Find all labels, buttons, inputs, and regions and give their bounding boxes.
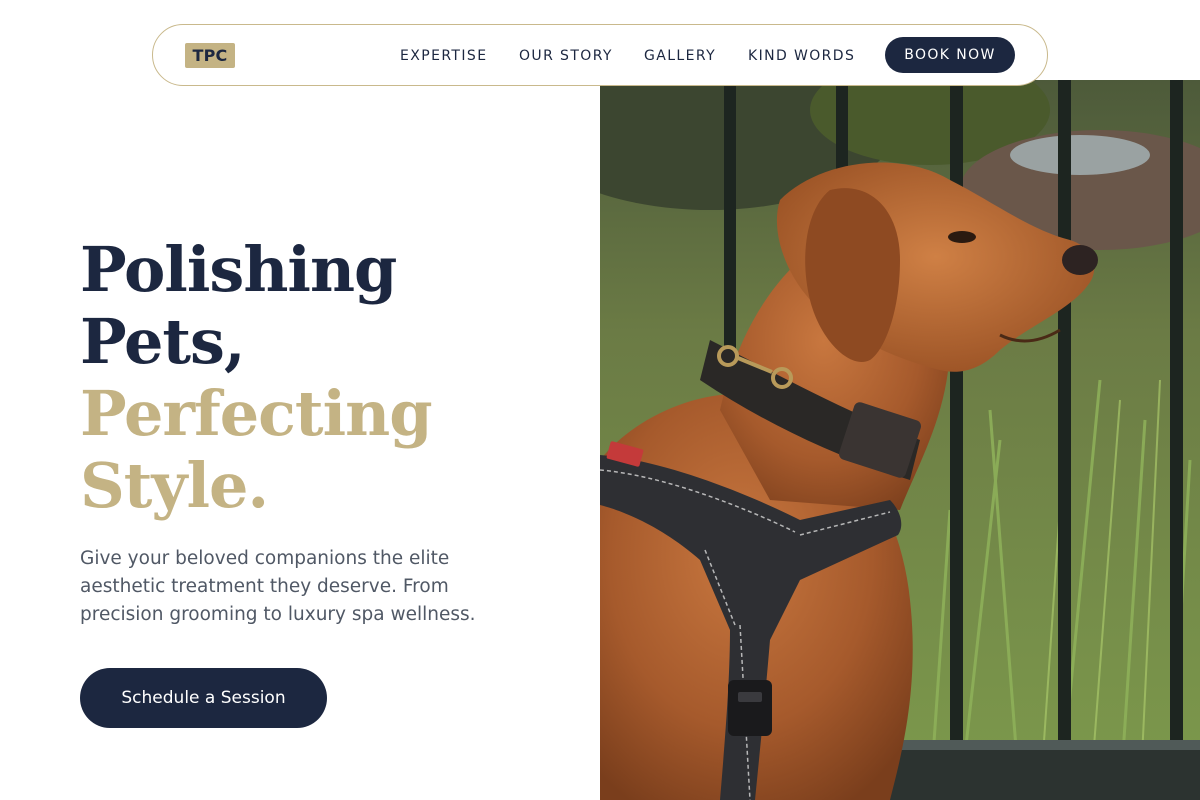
site-header: TPC EXPERTISE OUR STORY GALLERY KIND WOR… <box>152 24 1048 86</box>
headline-line-1: Polishing <box>80 233 397 306</box>
hero-dog-photo <box>600 80 1200 800</box>
hero-subtitle: Give your beloved companions the elite a… <box>80 548 476 625</box>
schedule-session-button[interactable]: Schedule a Session <box>80 668 327 728</box>
nav-link-expertise[interactable]: EXPERTISE <box>400 46 487 66</box>
nav-link-kind-words[interactable]: KIND WORDS <box>748 46 855 66</box>
hero-headline: Polishing Pets, Perfecting Style. <box>80 234 580 522</box>
logo[interactable]: TPC <box>185 43 235 68</box>
headline-line-4: Style. <box>80 449 269 522</box>
headline-line-2: Pets, <box>80 305 246 378</box>
nav-link-our-story[interactable]: OUR STORY <box>519 46 613 66</box>
book-now-button[interactable]: BOOK NOW <box>885 37 1015 73</box>
nav-link-gallery[interactable]: GALLERY <box>644 46 716 66</box>
headline-line-3: Perfecting <box>80 377 433 450</box>
